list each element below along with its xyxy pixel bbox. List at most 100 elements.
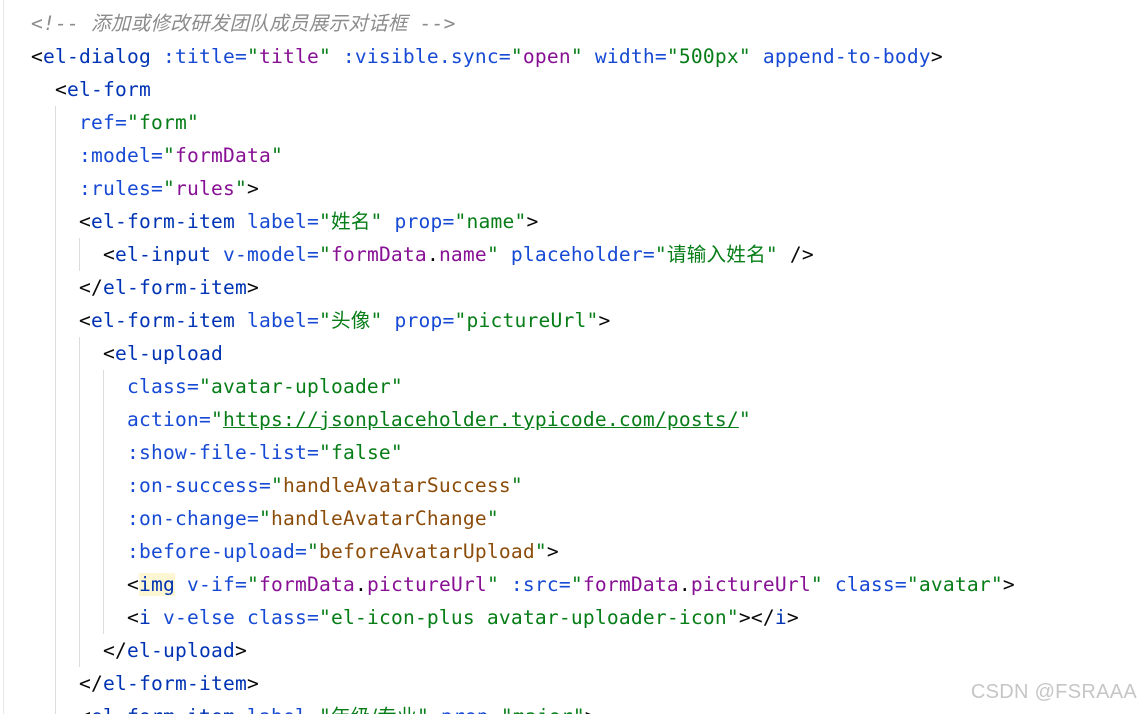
code-token: "pictureUrl" xyxy=(454,309,599,332)
code-token: ></ xyxy=(738,606,775,629)
code-line: <img v-if="formData.pictureUrl" :src="fo… xyxy=(0,568,1015,601)
code-token: img xyxy=(139,573,175,596)
code-token: el-form-item xyxy=(91,210,235,233)
code-line: :show-file-list="false" xyxy=(0,436,403,469)
code-line: :rules="rules"> xyxy=(0,172,259,205)
code-line: :on-change="handleAvatarChange" xyxy=(0,502,499,535)
code-token: "name" xyxy=(454,210,527,233)
code-token: " xyxy=(162,177,175,200)
code-line: <el-upload xyxy=(0,337,223,370)
code-token: " xyxy=(370,210,383,233)
code-token: "false" xyxy=(318,441,403,464)
code-token: i xyxy=(139,606,151,629)
code-line: <el-form-item label="年级/专业" prop="major"… xyxy=(0,700,597,714)
code-line: :model="formData" xyxy=(0,139,283,172)
code-token: "500px" xyxy=(666,45,751,68)
code-token: . xyxy=(354,573,367,596)
code-token: </ xyxy=(79,276,103,299)
code-token: > xyxy=(234,639,247,662)
code-token: " xyxy=(534,540,547,563)
code-token: title xyxy=(258,45,319,68)
code-token: handleAvatarSuccess xyxy=(282,474,511,497)
code-line: <i v-else class="el-icon-plus avatar-upl… xyxy=(0,601,799,634)
code-token: "avatar" xyxy=(906,573,1003,596)
code-token: i xyxy=(774,606,787,629)
code-token: prop= xyxy=(382,309,455,332)
code-token: el-form-item xyxy=(91,705,235,714)
code-token: " xyxy=(570,45,583,68)
code-token: el-upload xyxy=(127,639,235,662)
code-token: formData xyxy=(258,573,355,596)
code-token: :on-success= xyxy=(127,474,271,497)
code-token: el-upload xyxy=(115,342,223,365)
code-token: v-if= xyxy=(175,573,247,596)
code-token: > xyxy=(246,672,259,695)
code-token: " xyxy=(162,144,175,167)
code-token: " xyxy=(570,573,583,596)
code-token: > xyxy=(246,276,259,299)
code-token: < xyxy=(127,573,139,596)
code-token: > xyxy=(246,177,259,200)
code-token: formData xyxy=(582,573,679,596)
code-token: < xyxy=(79,210,91,233)
code-token: label= xyxy=(234,210,319,233)
code-token: " xyxy=(210,408,223,431)
code-token: width= xyxy=(582,45,667,68)
code-token: " xyxy=(318,45,331,68)
code-token: " xyxy=(318,243,331,266)
code-token: < xyxy=(127,606,139,629)
code-token: " xyxy=(765,243,778,266)
code-token: " xyxy=(270,474,283,497)
code-token: pictureUrl xyxy=(366,573,487,596)
code-token: " xyxy=(258,507,271,530)
code-token: pictureUrl xyxy=(690,573,811,596)
code-token: > xyxy=(786,606,799,629)
code-line: </el-form-item> xyxy=(0,271,259,304)
code-token: rules xyxy=(174,177,235,200)
code-token: 添加或修改研发团队成员展示对话框 xyxy=(90,12,408,35)
code-line: <el-form-item label="头像" prop="pictureUr… xyxy=(0,304,611,337)
code-token: " xyxy=(417,705,429,714)
code-token: " xyxy=(486,243,499,266)
code-token: formData xyxy=(330,243,427,266)
code-token: beforeAvatarUpload xyxy=(318,540,535,563)
code-token: https://jsonplaceholder.typicode.com/pos… xyxy=(222,408,739,431)
code-token: < xyxy=(55,78,67,101)
code-token: 年级/专业 xyxy=(331,705,417,714)
code-token: "major" xyxy=(501,705,585,714)
code-token: > xyxy=(930,45,943,68)
code-token: 姓名 xyxy=(330,210,371,233)
code-token: prop= xyxy=(429,705,501,714)
code-token: append-to-body xyxy=(750,45,931,68)
code-token: /> xyxy=(777,243,814,266)
code-token: " xyxy=(319,705,331,714)
code-token: </ xyxy=(103,639,127,662)
code-token: name xyxy=(438,243,487,266)
code-token: " xyxy=(318,309,331,332)
code-token: handleAvatarChange xyxy=(270,507,487,530)
code-token: --> xyxy=(407,12,456,35)
code-token: < xyxy=(103,243,115,266)
code-token: " xyxy=(306,540,319,563)
code-token: " xyxy=(246,45,259,68)
code-token: < xyxy=(103,342,115,365)
code-token: <!-- xyxy=(31,12,91,35)
code-line: :before-upload="beforeAvatarUpload"> xyxy=(0,535,559,568)
code-token: < xyxy=(31,45,43,68)
code-token: :visible.sync= xyxy=(330,45,511,68)
code-token: el-dialog xyxy=(43,45,151,68)
code-token: :before-upload= xyxy=(127,540,307,563)
code-editor[interactable]: <!-- 添加或修改研发团队成员展示对话框 --> <el-dialog :ti… xyxy=(0,0,1141,714)
code-token: class= xyxy=(234,606,319,629)
code-token: v-model= xyxy=(210,243,319,266)
code-line: <el-dialog :title="title" :visible.sync=… xyxy=(0,40,943,73)
code-token: 头像 xyxy=(330,309,371,332)
watermark-text: CSDN @FSRAAA xyxy=(970,681,1137,703)
code-token: " xyxy=(234,177,247,200)
code-token: < xyxy=(79,309,91,332)
code-token: > xyxy=(526,210,539,233)
code-token: class= xyxy=(127,375,199,398)
code-token: "form" xyxy=(127,111,199,134)
code-line: <!-- 添加或修改研发团队成员展示对话框 --> xyxy=(0,7,456,40)
code-line: ref="form" xyxy=(0,106,199,139)
